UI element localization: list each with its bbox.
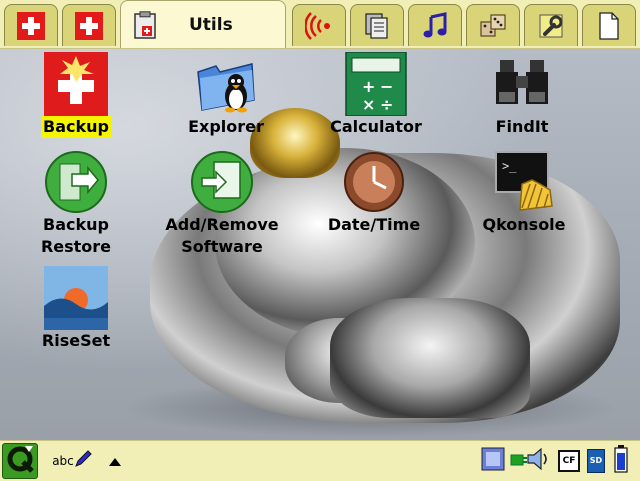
sd-card-icon: SD bbox=[587, 449, 605, 473]
tab-2[interactable] bbox=[62, 4, 116, 46]
app-calculator[interactable]: + − × ÷ Calculator bbox=[306, 51, 446, 138]
tab-5[interactable] bbox=[350, 4, 404, 46]
app-add-remove-software[interactable]: Add/Remove Software bbox=[152, 150, 292, 258]
cf-card-label: CF bbox=[562, 456, 576, 466]
speaker-icon bbox=[525, 446, 551, 476]
sd-card-tray[interactable]: SD bbox=[585, 447, 607, 475]
svg-text:÷: ÷ bbox=[380, 95, 393, 114]
tab-4[interactable] bbox=[292, 4, 346, 46]
app-backup-restore-label-line2: Restore bbox=[40, 237, 112, 256]
app-explorer[interactable]: Explorer bbox=[156, 52, 296, 138]
svg-text:−: − bbox=[380, 77, 393, 96]
tab-utils[interactable]: Utils bbox=[120, 0, 286, 48]
documents-icon bbox=[363, 12, 391, 40]
triangle-up-icon bbox=[108, 452, 122, 471]
tab-1[interactable] bbox=[4, 4, 58, 46]
app-findit-label: FindIt bbox=[495, 117, 549, 136]
app-qkonsole[interactable]: >_ Qkonsole bbox=[454, 150, 594, 236]
input-method-label: abc bbox=[52, 454, 74, 468]
network-tray[interactable] bbox=[480, 447, 506, 475]
backup-swiss-icon bbox=[44, 52, 108, 116]
tab-6[interactable] bbox=[408, 4, 462, 46]
battery-icon bbox=[614, 445, 628, 477]
swiss-cross-icon bbox=[75, 11, 103, 40]
package-icon bbox=[190, 150, 254, 214]
app-backup-restore[interactable]: Backup Restore bbox=[6, 150, 146, 258]
app-riseset-label: RiseSet bbox=[41, 331, 111, 350]
start-button[interactable] bbox=[2, 443, 38, 479]
cf-card-tray[interactable]: CF bbox=[556, 447, 582, 475]
restore-arrow-icon bbox=[44, 150, 108, 214]
app-date-time-label: Date/Time bbox=[327, 215, 421, 234]
svg-text:>_: >_ bbox=[502, 159, 517, 173]
wrench-icon bbox=[537, 12, 565, 40]
tab-9[interactable] bbox=[582, 4, 636, 46]
music-note-icon bbox=[421, 11, 449, 40]
svg-text:+: + bbox=[362, 77, 375, 96]
pencil-icon bbox=[74, 450, 92, 472]
battery-tray[interactable] bbox=[610, 445, 632, 477]
clipboard-icon bbox=[131, 10, 159, 39]
app-backup-restore-label-line1: Backup bbox=[43, 215, 109, 234]
tab-7[interactable] bbox=[466, 4, 520, 46]
app-calculator-label: Calculator bbox=[330, 117, 422, 136]
terminal-shell-icon: >_ bbox=[492, 150, 556, 214]
swiss-cross-icon bbox=[17, 11, 45, 40]
app-backup-label: Backup bbox=[41, 116, 111, 138]
dice-icon bbox=[479, 12, 507, 40]
category-tab-bar: Utils bbox=[0, 0, 640, 49]
taskbar: abc CF SD bbox=[0, 440, 640, 481]
app-explorer-label: Explorer bbox=[188, 117, 264, 136]
sd-card-label: SD bbox=[589, 456, 603, 465]
input-method-button[interactable]: abc bbox=[50, 447, 94, 475]
penguin-folder-icon bbox=[194, 52, 258, 116]
cf-card-icon: CF bbox=[558, 450, 580, 472]
wireless-icon bbox=[305, 11, 333, 40]
app-findit[interactable]: FindIt bbox=[452, 52, 592, 138]
app-date-time[interactable]: Date/Time bbox=[304, 150, 444, 236]
network-icon bbox=[481, 447, 505, 475]
app-riseset[interactable]: RiseSet bbox=[6, 266, 146, 352]
app-qkonsole-label: Qkonsole bbox=[482, 215, 566, 234]
binoculars-icon bbox=[490, 52, 554, 116]
wallpaper-frog-leg bbox=[330, 298, 530, 418]
tab-8[interactable] bbox=[524, 4, 578, 46]
q-logo-icon bbox=[5, 444, 35, 478]
calculator-icon: + − × ÷ bbox=[344, 51, 408, 117]
volume-tray[interactable] bbox=[524, 447, 552, 475]
app-add-remove-label-line2: Software bbox=[181, 237, 263, 256]
app-add-remove-label-line1: Add/Remove bbox=[165, 215, 279, 234]
show-input-button[interactable] bbox=[104, 447, 126, 475]
sunset-icon bbox=[44, 266, 108, 330]
clock-icon bbox=[342, 150, 406, 214]
tab-utils-label: Utils bbox=[189, 14, 233, 35]
app-backup[interactable]: Backup bbox=[6, 52, 146, 138]
svg-text:×: × bbox=[362, 95, 375, 114]
document-icon bbox=[595, 11, 623, 40]
